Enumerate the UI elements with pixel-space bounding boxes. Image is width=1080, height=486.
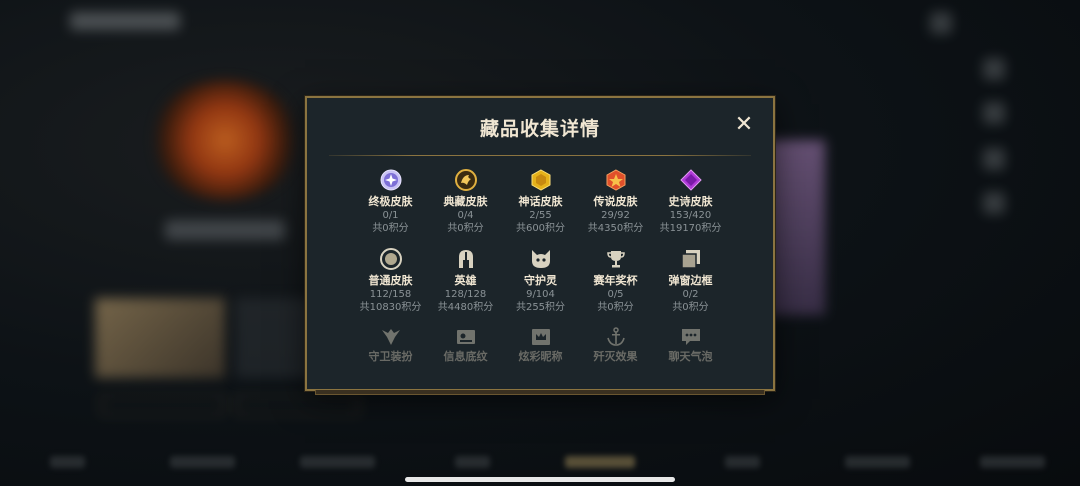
category-name: 聊天气泡	[668, 350, 713, 363]
button-blurred-1	[100, 395, 225, 415]
category-count: 0/2	[682, 289, 699, 300]
category-epic-skin[interactable]: 史诗皮肤 153/420 共19170积分	[653, 168, 728, 243]
category-points: 共0积分	[447, 223, 484, 234]
category-count: 128/128	[444, 289, 487, 300]
epic-skin-icon	[679, 168, 703, 192]
side-icon-blurred	[983, 148, 1005, 170]
standard-skin-icon	[379, 247, 403, 271]
back-button-blurred	[70, 12, 180, 30]
category-season-trophy[interactable]: 赛年奖杯 0/5 共0积分	[578, 247, 653, 322]
category-chat-bubble[interactable]: 聊天气泡	[653, 326, 728, 364]
player-name-blurred	[165, 220, 285, 240]
category-profile-banner[interactable]: 信息底纹	[428, 326, 503, 364]
category-name: 英雄	[454, 274, 477, 287]
ward-spirit-icon	[529, 247, 553, 271]
category-name: 神话皮肤	[518, 195, 563, 208]
ultimate-skin-icon	[379, 168, 403, 192]
category-points: 共255积分	[515, 302, 566, 313]
category-count: 0/1	[382, 210, 399, 221]
category-name: 典藏皮肤	[443, 195, 488, 208]
category-name: 歼灭效果	[593, 350, 638, 363]
home-indicator[interactable]	[405, 477, 675, 482]
category-ward-spirit[interactable]: 守护灵 9/104 共255积分	[503, 247, 578, 322]
close-button[interactable]: ✕	[733, 114, 755, 136]
category-count: 0/4	[457, 210, 474, 221]
category-name: 终极皮肤	[368, 195, 413, 208]
profile-emblem-blurred	[150, 80, 300, 200]
category-name: 炫彩昵称	[518, 350, 563, 363]
divider	[329, 155, 751, 156]
champion-helmet-icon	[454, 247, 478, 271]
category-name: 传说皮肤	[593, 195, 638, 208]
side-icon-blurred	[983, 58, 1005, 80]
card-blurred-1	[95, 298, 225, 378]
category-name: 史诗皮肤	[668, 195, 713, 208]
collection-details-dialog: 藏品收集详情 ✕ 终极皮肤 0/1 共0积分 典藏皮肤 0/4 共0积分 神话皮…	[305, 96, 775, 395]
category-name: 普通皮肤	[368, 274, 413, 287]
category-points: 共0积分	[372, 223, 409, 234]
category-count: 153/420	[669, 210, 712, 221]
category-points: 共10830积分	[359, 302, 422, 313]
category-count: 9/104	[526, 289, 555, 300]
category-mythic-skin[interactable]: 典藏皮肤 0/4 共0积分	[428, 168, 503, 243]
category-count: 2/55	[529, 210, 552, 221]
mail-icon-blurred	[930, 12, 952, 34]
category-colorful-nickname[interactable]: 炫彩昵称	[503, 326, 578, 364]
category-popup-frame[interactable]: 弹窗边框 0/2 共0积分	[653, 247, 728, 322]
category-name: 赛年奖杯	[593, 274, 638, 287]
category-ward-skin[interactable]: 守卫装扮	[353, 326, 428, 364]
category-count: 29/92	[601, 210, 630, 221]
profile-banner-icon	[454, 326, 478, 347]
category-points: 共600积分	[515, 223, 566, 234]
category-takedown-effect[interactable]: 歼灭效果	[578, 326, 653, 364]
side-icon-blurred	[983, 192, 1005, 214]
ward-skin-icon	[379, 326, 403, 347]
bottom-nav-blurred	[0, 448, 1080, 478]
category-name: 守护灵	[524, 274, 557, 287]
frame-icon	[679, 247, 703, 271]
category-ultimate-skin[interactable]: 终极皮肤 0/1 共0积分	[353, 168, 428, 243]
category-name: 信息底纹	[443, 350, 488, 363]
legendary-skin-icon	[604, 168, 628, 192]
category-count: 0/5	[607, 289, 624, 300]
category-legendary-skin[interactable]: 传说皮肤 29/92 共4350积分	[578, 168, 653, 243]
dialog-title: 藏品收集详情	[479, 118, 600, 140]
category-name: 守卫装扮	[368, 350, 413, 363]
category-points: 共19170积分	[659, 223, 722, 234]
category-points: 共0积分	[672, 302, 709, 313]
category-standard-skin[interactable]: 普通皮肤 112/158 共10830积分	[353, 247, 428, 322]
side-icon-blurred	[983, 102, 1005, 124]
category-points: 共4480积分	[437, 302, 494, 313]
category-points: 共4350积分	[587, 223, 644, 234]
category-name: 弹窗边框	[668, 274, 713, 287]
chat-bubble-icon	[679, 326, 703, 347]
nickname-crown-icon	[529, 326, 553, 347]
anchor-icon	[604, 326, 628, 347]
myth-skin-icon	[529, 168, 553, 192]
mythic-skin-icon	[454, 168, 478, 192]
trophy-icon	[604, 247, 628, 271]
category-champion[interactable]: 英雄 128/128 共4480积分	[428, 247, 503, 322]
button-blurred-2	[235, 395, 360, 415]
category-myth-skin[interactable]: 神话皮肤 2/55 共600积分	[503, 168, 578, 243]
category-points: 共0积分	[597, 302, 634, 313]
category-count: 112/158	[369, 289, 412, 300]
collection-grid: 终极皮肤 0/1 共0积分 典藏皮肤 0/4 共0积分 神话皮肤 2/55 共6…	[353, 168, 728, 364]
